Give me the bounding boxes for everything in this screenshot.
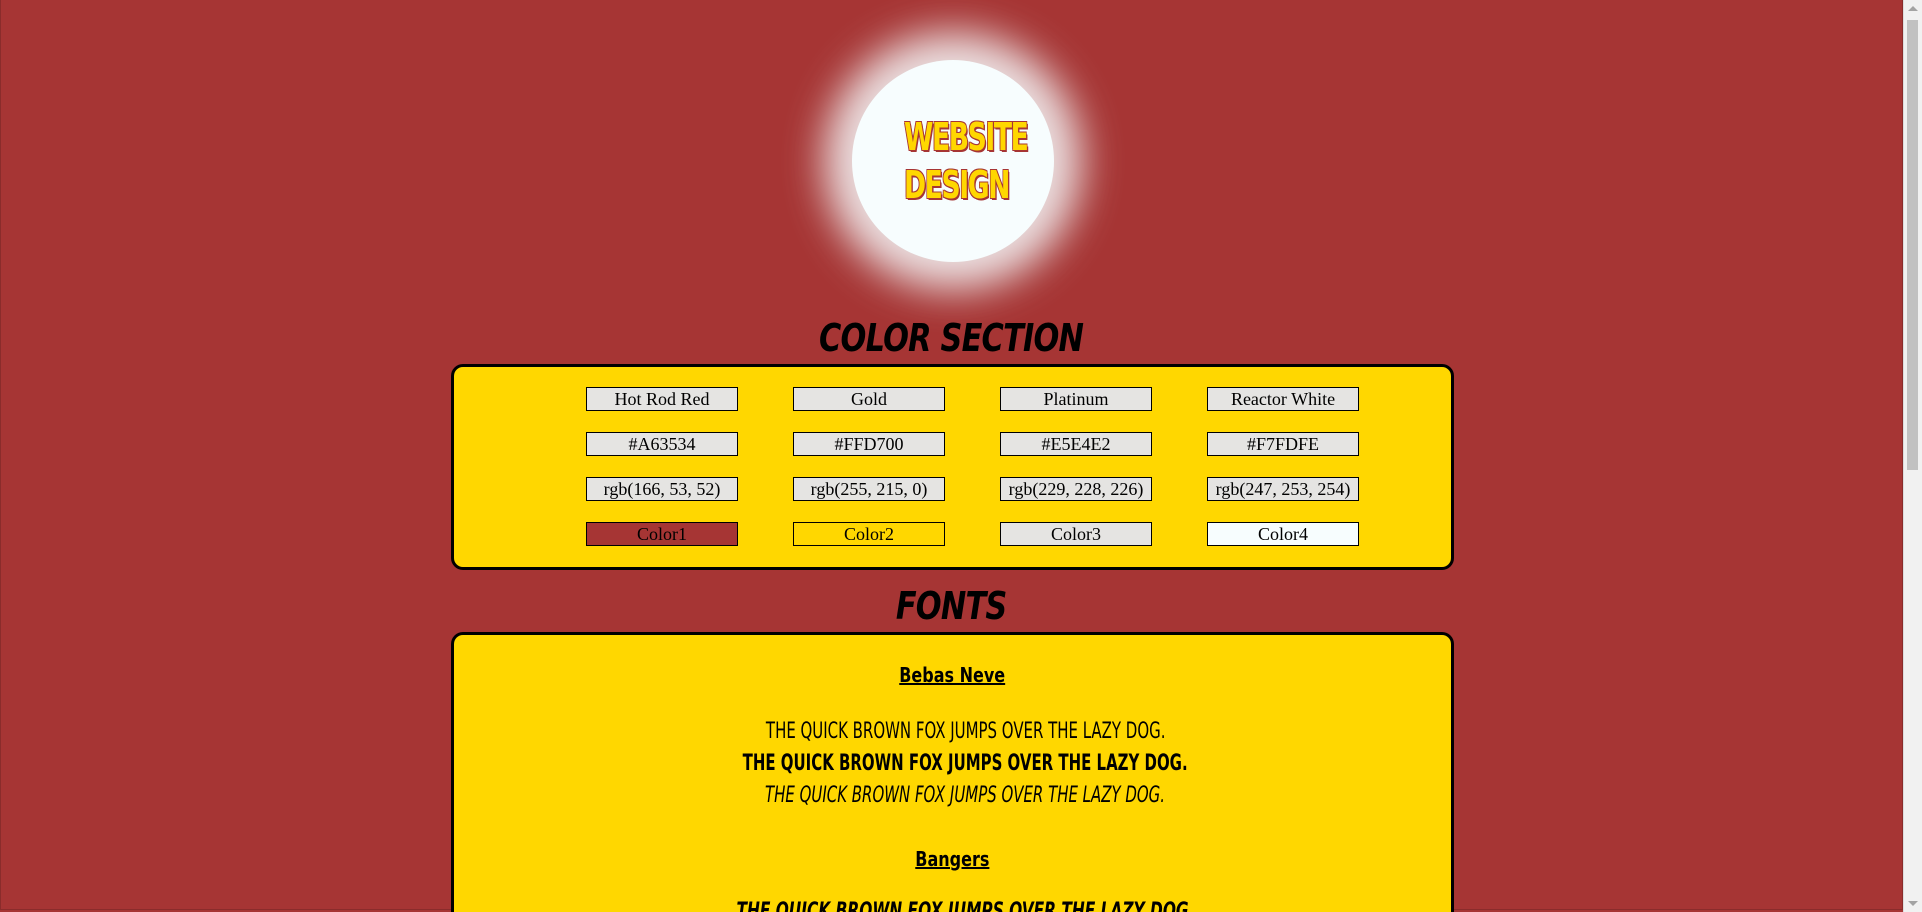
- color-panel: Hot Rod Red Gold Platinum Reactor White …: [451, 364, 1454, 570]
- vertical-scrollbar[interactable]: [1903, 0, 1922, 912]
- font-sample-bold: THE QUICK BROWN FOX JUMPS OVER THE LAZY …: [742, 751, 1188, 776]
- font-sample-italic: THE QUICK BROWN FOX JUMPS OVER THE LAZY …: [765, 783, 1166, 808]
- color-swatch-1: Color1: [586, 522, 738, 546]
- color-rgb-4: rgb(247, 253, 254): [1207, 477, 1359, 501]
- color-rgb-3: rgb(229, 228, 226): [1000, 477, 1152, 501]
- color-name-4: Reactor White: [1207, 387, 1359, 411]
- logo-text: WEBSITE DESIGN: [904, 113, 1029, 209]
- logo-line-2: DESIGN: [904, 163, 1010, 207]
- font-sample-regular: THE QUICK BROWN FOX JUMPS OVER THE LAZY …: [765, 719, 1166, 744]
- font-sample-bangers: THE QUICK BROWN FOX JUMPS OVER THE LAZY …: [736, 899, 1195, 912]
- fonts-section-heading: FONTS: [896, 584, 1007, 628]
- font-name-bangers: Bangers: [915, 847, 990, 871]
- color-name-3: Platinum: [1000, 387, 1152, 411]
- color-swatch-4: Color4: [1207, 522, 1359, 546]
- scroll-up-arrow-icon[interactable]: [1908, 6, 1918, 11]
- color-name-1: Hot Rod Red: [586, 387, 738, 411]
- color-section-heading: COLOR SECTION: [819, 316, 1084, 360]
- fonts-panel: Bebas Neve THE QUICK BROWN FOX JUMPS OVE…: [451, 632, 1454, 912]
- color-name-2: Gold: [793, 387, 945, 411]
- color-rgb-1: rgb(166, 53, 52): [586, 477, 738, 501]
- scroll-thumb[interactable]: [1907, 20, 1918, 470]
- color-hex-3: #E5E4E2: [1000, 432, 1152, 456]
- color-hex-2: #FFD700: [793, 432, 945, 456]
- color-rgb-2: rgb(255, 215, 0): [793, 477, 945, 501]
- color-grid: Hot Rod Red Gold Platinum Reactor White …: [586, 387, 1359, 546]
- font-name-bebas: Bebas Neve: [899, 663, 1006, 687]
- color-hex-1: #A63534: [586, 432, 738, 456]
- color-swatch-2: Color2: [793, 522, 945, 546]
- color-swatch-3: Color3: [1000, 522, 1152, 546]
- color-hex-4: #F7FDFE: [1207, 432, 1359, 456]
- scroll-down-arrow-icon[interactable]: [1908, 901, 1918, 906]
- logo-circle: WEBSITE DESIGN: [852, 60, 1054, 262]
- logo-line-1: WEBSITE: [904, 115, 1029, 159]
